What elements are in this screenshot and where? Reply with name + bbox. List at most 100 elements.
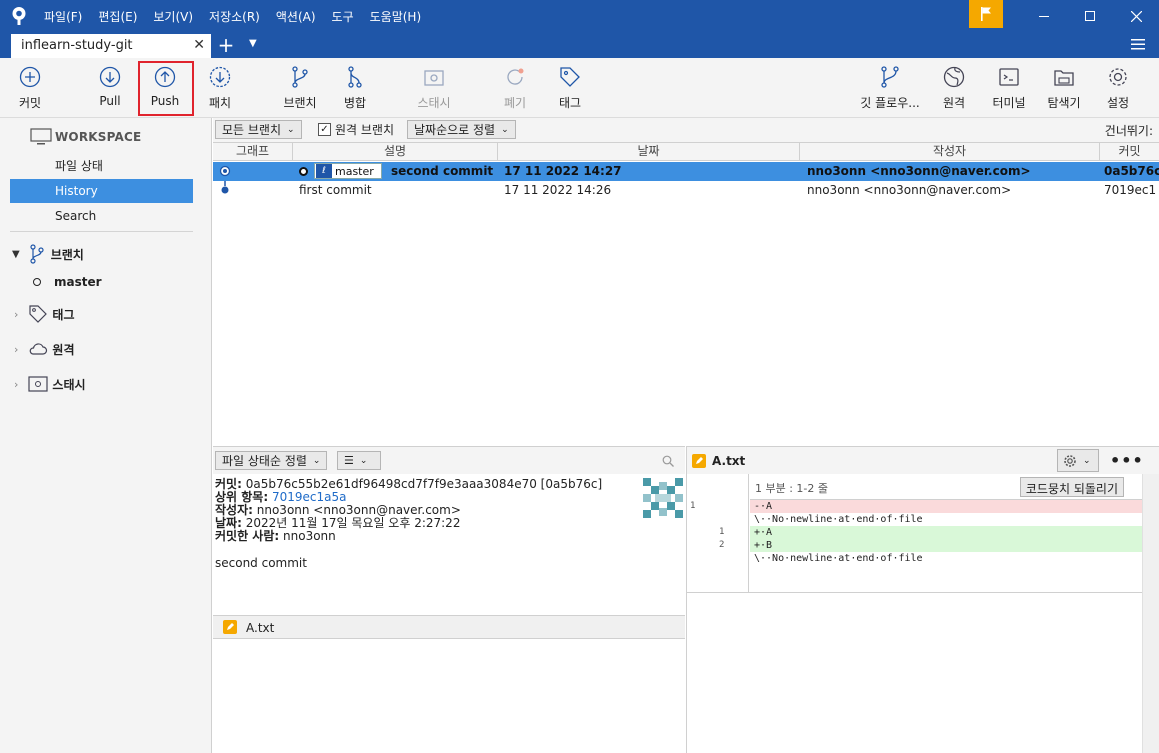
close-window-button[interactable] — [1113, 0, 1159, 32]
gear-icon — [1109, 68, 1127, 86]
sidebar-section-remotes[interactable]: › 원격 — [0, 337, 212, 361]
view-mode-dropdown[interactable]: ☰ ⌄ — [337, 451, 381, 470]
diff-line-added: +·B — [750, 539, 1142, 552]
menu-repository[interactable]: 저장소(R) — [201, 8, 268, 25]
parent-commit-link[interactable]: 7019ec1a5a — [272, 490, 347, 504]
column-description[interactable]: 설명 — [293, 143, 498, 161]
diff-toolbar: A.txt ⌄ ••• — [686, 446, 1159, 474]
sidebar-section-tags[interactable]: › 태그 — [0, 302, 212, 326]
repo-tab-title: inflearn-study-git — [21, 38, 133, 53]
menu-edit[interactable]: 편집(E) — [90, 8, 145, 25]
merge-button[interactable]: 병합 — [339, 62, 371, 114]
history-row[interactable]: first commit 17 11 2022 14:26 nno3onn <n… — [213, 181, 1159, 200]
menu-help[interactable]: 도움말(H) — [362, 8, 430, 25]
hunk-header: 1 부분 : 1-2 줄 코드뭉치 되돌리기 — [750, 474, 1142, 500]
column-graph[interactable]: 그래프 — [213, 143, 293, 161]
pull-icon — [99, 66, 121, 88]
maximize-button[interactable] — [1067, 0, 1113, 32]
list-icon: ☰ — [344, 454, 354, 467]
menu-file[interactable]: 파일(F) — [36, 8, 90, 25]
diff-file-name: A.txt — [712, 454, 746, 468]
sort-order-dropdown[interactable]: 날짜순으로 정렬 ⌄ — [407, 120, 516, 139]
terminal-button[interactable]: 터미널 — [989, 62, 1029, 114]
globe-icon — [943, 66, 965, 88]
history-row[interactable]: ℓ master second commit 17 11 2022 14:27 … — [213, 162, 1159, 181]
branch-icon — [292, 66, 308, 88]
explorer-button[interactable]: 탐색기 — [1044, 62, 1084, 114]
commit-button[interactable]: 커밋 — [14, 62, 46, 114]
minimize-icon — [1039, 16, 1049, 17]
remote-branches-checkbox[interactable]: ✓ 원격 브랜치 — [318, 121, 394, 138]
diff-hunk-end-divider — [687, 592, 1143, 593]
gitflow-icon — [881, 66, 899, 88]
sidebar-section-stashes[interactable]: › 스태시 — [0, 372, 212, 396]
repo-tab[interactable]: inflearn-study-git ✕ — [11, 34, 211, 58]
sidebar-divider — [10, 231, 193, 232]
column-author[interactable]: 작성자 — [800, 143, 1100, 161]
commit-description: first commit — [299, 183, 372, 197]
pull-button[interactable]: Pull — [94, 62, 126, 114]
tab-close-icon[interactable]: ✕ — [193, 37, 205, 53]
diff-view: 1 부분 : 1-2 줄 코드뭉치 되돌리기 1 -·A \··No·newli… — [686, 474, 1159, 753]
diff-scrollbar[interactable] — [1142, 474, 1159, 753]
tag-button[interactable]: 태그 — [554, 62, 586, 114]
sidebar-item-file-status[interactable]: 파일 상태 — [0, 153, 212, 177]
title-bar: 파일(F) 편집(E) 보기(V) 저장소(R) 액션(A) 도구 도움말(H) — [0, 0, 1159, 32]
tab-dropdown-icon[interactable]: ▼ — [249, 38, 257, 49]
fetch-button[interactable]: 패치 — [204, 62, 236, 114]
revert-hunk-button[interactable]: 코드뭉치 되돌리기 — [1019, 477, 1124, 497]
details-toolbar: 파일 상태순 정렬 ⌄ ☰ ⌄ — [213, 446, 685, 474]
discard-button[interactable]: 폐기 — [499, 62, 531, 114]
search-icon[interactable] — [662, 455, 674, 467]
chevron-right-icon: › — [14, 342, 19, 356]
monitor-icon — [30, 128, 52, 145]
commit-hash: 7019ec1 — [1104, 183, 1157, 197]
chevron-down-icon: ⌄ — [1083, 455, 1091, 466]
flag-button[interactable] — [969, 0, 1003, 28]
checkbox-checked-icon: ✓ — [318, 123, 331, 136]
menu-actions[interactable]: 액션(A) — [268, 8, 324, 25]
column-date[interactable]: 날짜 — [498, 143, 800, 161]
add-tab-icon[interactable]: + — [216, 33, 236, 57]
new-line-number: 2 — [719, 540, 725, 550]
push-highlight-box — [138, 61, 194, 116]
branch-icon — [30, 244, 44, 264]
menu-view[interactable]: 보기(V) — [145, 8, 201, 25]
sidebar-item-history[interactable]: History — [10, 179, 193, 203]
tab-bar: inflearn-study-git ✕ + ▼ — [0, 32, 1159, 58]
hamburger-menu-icon[interactable] — [1131, 37, 1145, 51]
branch-button[interactable]: 브랜치 — [280, 62, 320, 114]
commit-description: second commit — [391, 164, 494, 178]
remote-button[interactable]: 원격 — [938, 62, 970, 114]
branch-icon: ℓ — [316, 164, 332, 178]
modified-file-icon — [692, 454, 706, 468]
stash-button[interactable]: 스태시 — [414, 62, 454, 114]
sidebar-section-branches[interactable]: ▼ 브랜치 — [0, 242, 212, 266]
tag-icon — [560, 67, 580, 87]
detail-committer-row: 커밋한 사람: nno3onn — [215, 529, 336, 543]
more-options-icon[interactable]: ••• — [1110, 451, 1144, 470]
sidebar-item-search[interactable]: Search — [0, 204, 212, 228]
author-avatar — [643, 478, 683, 518]
menu-tools[interactable]: 도구 — [324, 8, 362, 25]
commit-date: 17 11 2022 14:26 — [504, 183, 612, 197]
merge-icon — [348, 66, 362, 88]
chevron-down-icon: ⌄ — [359, 455, 368, 466]
diff-options-dropdown[interactable]: ⌄ — [1057, 449, 1099, 472]
file-sort-dropdown[interactable]: 파일 상태순 정렬 ⌄ — [215, 451, 328, 470]
column-commit[interactable]: 커밋 — [1100, 143, 1159, 161]
discard-icon — [507, 68, 524, 85]
gitflow-button[interactable]: 깃 플로우... — [857, 62, 923, 114]
settings-button[interactable]: 설정 — [1102, 62, 1134, 114]
branch-filter-dropdown[interactable]: 모든 브랜치 ⌄ — [215, 120, 302, 139]
sidebar-item-branch-master[interactable]: master — [0, 270, 212, 294]
changed-file-row[interactable]: A.txt — [213, 615, 685, 639]
gear-icon — [1064, 454, 1076, 467]
branch-label-master[interactable]: ℓ master — [314, 163, 382, 179]
old-line-number: 1 — [690, 501, 696, 511]
jump-to-label: 건너뛰기: — [1104, 124, 1153, 138]
history-empty-area — [213, 200, 1159, 446]
commit-hash: 0a5b76c — [1104, 164, 1159, 178]
minimize-button[interactable] — [1021, 0, 1067, 32]
current-branch-icon — [33, 278, 41, 286]
